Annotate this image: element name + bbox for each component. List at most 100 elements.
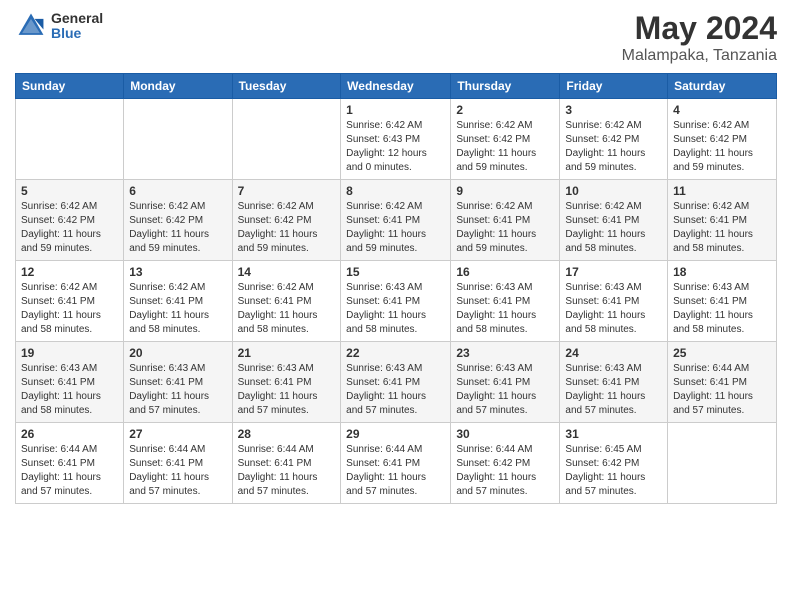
day-info: Sunrise: 6:43 AMSunset: 6:41 PMDaylight:…: [129, 362, 226, 418]
day-number: 12: [21, 265, 118, 279]
day-info: Sunrise: 6:44 AMSunset: 6:41 PMDaylight:…: [129, 443, 226, 499]
day-info: Sunrise: 6:42 AMSunset: 6:42 PMDaylight:…: [673, 119, 771, 175]
day-number: 8: [346, 184, 445, 198]
calendar-cell: 6Sunrise: 6:42 AMSunset: 6:42 PMDaylight…: [124, 180, 232, 261]
calendar-cell: 29Sunrise: 6:44 AMSunset: 6:41 PMDayligh…: [341, 423, 451, 504]
day-number: 21: [238, 346, 336, 360]
day-number: 16: [456, 265, 554, 279]
day-number: 7: [238, 184, 336, 198]
day-number: 15: [346, 265, 445, 279]
day-info: Sunrise: 6:43 AMSunset: 6:41 PMDaylight:…: [565, 362, 662, 418]
day-info: Sunrise: 6:42 AMSunset: 6:42 PMDaylight:…: [565, 119, 662, 175]
calendar-cell: 15 Sunrise: 6:43 AMSunset: 6:41 PMDayligh…: [341, 261, 451, 342]
calendar-cell: 16 Sunrise: 6:43 AMSunset: 6:41 PMDayligh…: [451, 261, 560, 342]
logo: General Blue: [15, 10, 103, 42]
day-number: 1: [346, 103, 445, 117]
day-info: Sunrise: 6:42 AMSunset: 6:43 PMDaylight:…: [346, 119, 445, 175]
logo-icon: [15, 10, 47, 42]
calendar-cell: 3Sunrise: 6:42 AMSunset: 6:42 PMDaylight…: [560, 99, 668, 180]
calendar-cell: 24 Sunrise: 6:43 AMSunset: 6:41 PMDayligh…: [560, 342, 668, 423]
calendar-week-row: 5 Sunrise: 6:42 AMSunset: 6:42 PMDaylight…: [16, 180, 777, 261]
calendar-cell: 4 Sunrise: 6:42 AMSunset: 6:42 PMDaylight…: [668, 99, 777, 180]
calendar-cell: 18Sunrise: 6:43 AMSunset: 6:41 PMDayligh…: [668, 261, 777, 342]
header: General Blue May 2024 Malampaka, Tanzani…: [15, 10, 777, 65]
day-info: Sunrise: 6:43 AMSunset: 6:41 PMDaylight:…: [346, 362, 445, 418]
calendar-week-row: 19 Sunrise: 6:43 AMSunset: 6:41 PMDayligh…: [16, 342, 777, 423]
calendar-cell: 12Sunrise: 6:42 AMSunset: 6:41 PMDayligh…: [16, 261, 124, 342]
day-number: 26: [21, 427, 118, 441]
day-info: Sunrise: 6:42 AMSunset: 6:42 PMDaylight:…: [21, 200, 118, 256]
day-info: Sunrise: 6:43 AMSunset: 6:41 PMDaylight:…: [238, 362, 336, 418]
day-number: 5: [21, 184, 118, 198]
day-info: Sunrise: 6:44 AMSunset: 6:42 PMDaylight:…: [456, 443, 554, 499]
calendar-cell: 25 Sunrise: 6:44 AMSunset: 6:41 PMDayligh…: [668, 342, 777, 423]
day-info: Sunrise: 6:43 AMSunset: 6:41 PMDaylight:…: [346, 281, 445, 337]
day-number: 2: [456, 103, 554, 117]
page: General Blue May 2024 Malampaka, Tanzani…: [0, 0, 792, 612]
day-number: 13: [129, 265, 226, 279]
calendar-cell: [668, 423, 777, 504]
day-number: 22: [346, 346, 445, 360]
day-number: 30: [456, 427, 554, 441]
calendar-cell: 20Sunrise: 6:43 AMSunset: 6:41 PMDayligh…: [124, 342, 232, 423]
calendar-cell: 23 Sunrise: 6:43 AMSunset: 6:41 PMDayligh…: [451, 342, 560, 423]
location: Malampaka, Tanzania: [622, 47, 777, 65]
day-info: Sunrise: 6:42 AMSunset: 6:41 PMDaylight:…: [238, 281, 336, 337]
day-number: 6: [129, 184, 226, 198]
day-number: 4: [673, 103, 771, 117]
day-info: Sunrise: 6:42 AMSunset: 6:42 PMDaylight:…: [456, 119, 554, 175]
calendar-cell: 13 Sunrise: 6:42 AMSunset: 6:41 PMDayligh…: [124, 261, 232, 342]
day-number: 24: [565, 346, 662, 360]
day-number: 10: [565, 184, 662, 198]
calendar-cell: 22 Sunrise: 6:43 AMSunset: 6:41 PMDayligh…: [341, 342, 451, 423]
calendar-cell: 5 Sunrise: 6:42 AMSunset: 6:42 PMDaylight…: [16, 180, 124, 261]
day-number: 28: [238, 427, 336, 441]
day-info: Sunrise: 6:42 AMSunset: 6:42 PMDaylight:…: [238, 200, 336, 256]
day-info: Sunrise: 6:43 AMSunset: 6:41 PMDaylight:…: [565, 281, 662, 337]
calendar-cell: 31 Sunrise: 6:45 AMSunset: 6:42 PMDayligh…: [560, 423, 668, 504]
day-info: Sunrise: 6:43 AMSunset: 6:41 PMDaylight:…: [21, 362, 118, 418]
calendar-cell: [232, 99, 341, 180]
calendar-cell: 11 Sunrise: 6:42 AMSunset: 6:41 PMDayligh…: [668, 180, 777, 261]
day-number: 27: [129, 427, 226, 441]
calendar-week-row: 12 Sunrise: 6:42 AMSunset: 6:41 PMDayligh…: [16, 261, 777, 342]
calendar-cell: 19 Sunrise: 6:43 AMSunset: 6:41 PMDayligh…: [16, 342, 124, 423]
day-info: Sunrise: 6:43 AMSunset: 6:41 PMDaylight:…: [456, 362, 554, 418]
header-row: Sunday Monday Tuesday Wednesday Thursday…: [16, 74, 777, 99]
day-number: 9: [456, 184, 554, 198]
calendar-week-row: 26 Sunrise: 6:44 AMSunset: 6:41 PMDayligh…: [16, 423, 777, 504]
day-number: 23: [456, 346, 554, 360]
day-info: Sunrise: 6:45 AMSunset: 6:42 PMDaylight:…: [565, 443, 662, 499]
calendar-cell: 9Sunrise: 6:42 AMSunset: 6:41 PMDaylight…: [451, 180, 560, 261]
day-number: 14: [238, 265, 336, 279]
day-info: Sunrise: 6:44 AMSunset: 6:41 PMDaylight:…: [673, 362, 771, 418]
day-info: Sunrise: 6:42 AMSunset: 6:41 PMDaylight:…: [129, 281, 226, 337]
col-thursday: Thursday: [451, 74, 560, 99]
col-monday: Monday: [124, 74, 232, 99]
calendar-week-row: 1 Sunrise: 6:42 AMSunset: 6:43 PMDaylight…: [16, 99, 777, 180]
title-area: May 2024 Malampaka, Tanzania: [622, 10, 777, 65]
calendar-cell: 10Sunrise: 6:42 AMSunset: 6:41 PMDayligh…: [560, 180, 668, 261]
calendar: Sunday Monday Tuesday Wednesday Thursday…: [15, 73, 777, 504]
day-info: Sunrise: 6:43 AMSunset: 6:41 PMDaylight:…: [673, 281, 771, 337]
day-number: 19: [21, 346, 118, 360]
day-info: Sunrise: 6:44 AMSunset: 6:41 PMDaylight:…: [346, 443, 445, 499]
day-number: 25: [673, 346, 771, 360]
logo-blue-text: Blue: [51, 26, 103, 41]
day-number: 17: [565, 265, 662, 279]
calendar-cell: 26Sunrise: 6:44 AMSunset: 6:41 PMDayligh…: [16, 423, 124, 504]
day-info: Sunrise: 6:42 AMSunset: 6:41 PMDaylight:…: [673, 200, 771, 256]
calendar-cell: [124, 99, 232, 180]
col-friday: Friday: [560, 74, 668, 99]
calendar-cell: 14 Sunrise: 6:42 AMSunset: 6:41 PMDayligh…: [232, 261, 341, 342]
calendar-cell: 28Sunrise: 6:44 AMSunset: 6:41 PMDayligh…: [232, 423, 341, 504]
calendar-cell: 2 Sunrise: 6:42 AMSunset: 6:42 PMDaylight…: [451, 99, 560, 180]
col-tuesday: Tuesday: [232, 74, 341, 99]
calendar-cell: 7 Sunrise: 6:42 AMSunset: 6:42 PMDaylight…: [232, 180, 341, 261]
day-number: 11: [673, 184, 771, 198]
calendar-cell: 30 Sunrise: 6:44 AMSunset: 6:42 PMDayligh…: [451, 423, 560, 504]
logo-general-text: General: [51, 11, 103, 26]
day-info: Sunrise: 6:43 AMSunset: 6:41 PMDaylight:…: [456, 281, 554, 337]
day-number: 31: [565, 427, 662, 441]
calendar-cell: 21 Sunrise: 6:43 AMSunset: 6:41 PMDayligh…: [232, 342, 341, 423]
